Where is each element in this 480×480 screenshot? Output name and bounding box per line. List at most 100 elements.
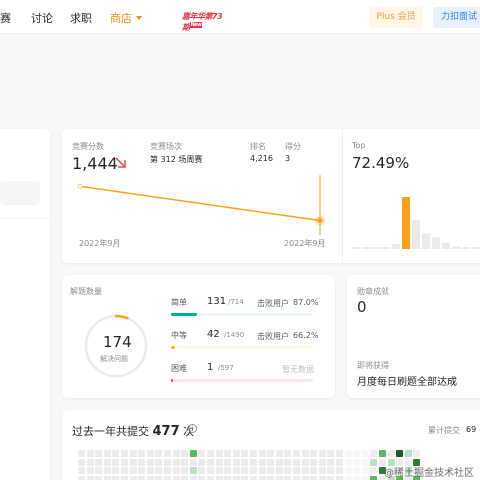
heatmap-cell[interactable] (353, 475, 361, 480)
heatmap-cell[interactable] (189, 467, 197, 475)
nav-item-jobs[interactable]: 求职 (70, 10, 92, 26)
heatmap-cell[interactable] (336, 450, 343, 457)
heatmap-cell[interactable] (189, 458, 197, 466)
heatmap-cell[interactable] (267, 475, 275, 480)
heatmap-cell[interactable] (318, 467, 326, 475)
heatmap-cell[interactable] (284, 475, 292, 480)
heatmap-cell[interactable] (155, 475, 163, 480)
heatmap-cell[interactable] (310, 475, 318, 480)
heatmap-cell[interactable] (78, 450, 85, 457)
heatmap-cell[interactable] (310, 458, 318, 466)
heatmap-cell[interactable] (112, 467, 120, 475)
heatmap-cell[interactable] (78, 458, 85, 466)
heatmap-cell[interactable] (207, 467, 214, 475)
heatmap-cell[interactable] (327, 450, 335, 457)
heatmap-cell[interactable] (293, 475, 300, 480)
heatmap-cell[interactable] (327, 475, 335, 480)
heatmap-cell[interactable] (103, 467, 111, 475)
heatmap-cell[interactable] (379, 450, 386, 457)
heatmap-cell[interactable] (413, 450, 421, 457)
heatmap-cell[interactable] (181, 475, 189, 480)
heatmap-cell[interactable] (78, 467, 85, 475)
heatmap-cell[interactable] (310, 467, 318, 475)
heatmap-cell[interactable] (310, 450, 318, 457)
heatmap-cell[interactable] (121, 458, 128, 466)
heatmap-cell[interactable] (215, 467, 223, 475)
heatmap-cell[interactable] (215, 450, 223, 457)
heatmap-cell[interactable] (146, 458, 154, 466)
heatmap-cell[interactable] (396, 450, 404, 457)
heatmap-cell[interactable] (370, 450, 378, 457)
heatmap-cell[interactable] (327, 467, 335, 475)
difficulty-row-easy[interactable]: 简单 131 /714 击败用户 87.0% (171, 296, 331, 316)
heatmap-cell[interactable] (301, 475, 309, 480)
heatmap-cell[interactable] (361, 467, 369, 475)
heatmap-cell[interactable] (353, 450, 361, 457)
heatmap-cell[interactable] (198, 450, 206, 457)
heatmap-cell[interactable] (318, 475, 326, 480)
heatmap-cell[interactable] (224, 475, 232, 480)
heatmap-cell[interactable] (344, 450, 352, 457)
heatmap-cell[interactable] (232, 467, 240, 475)
nav-item-discuss[interactable]: 讨论 (31, 10, 53, 26)
heatmap-cell[interactable] (112, 450, 120, 457)
heatmap-cell[interactable] (258, 450, 266, 457)
heatmap-cell[interactable] (241, 458, 249, 466)
heatmap-cell[interactable] (241, 467, 249, 475)
heatmap-cell[interactable] (164, 458, 171, 466)
heatmap-cell[interactable] (284, 450, 292, 457)
heatmap-cell[interactable] (241, 450, 249, 457)
difficulty-row-medium[interactable]: 中等 42 /1490 击败用户 66.2% (171, 329, 331, 349)
heatmap-cell[interactable] (95, 458, 103, 466)
heatmap-cell[interactable] (146, 475, 154, 480)
heatmap-cell[interactable] (164, 467, 171, 475)
heatmap-cell[interactable] (129, 450, 137, 457)
heatmap-cell[interactable] (155, 450, 163, 457)
heatmap-cell[interactable] (198, 467, 206, 475)
heatmap-cell[interactable] (318, 458, 326, 466)
heatmap-cell[interactable] (121, 475, 128, 480)
heatmap-cell[interactable] (370, 467, 378, 475)
heatmap-cell[interactable] (344, 475, 352, 480)
heatmap-cell[interactable] (258, 475, 266, 480)
heatmap-cell[interactable] (138, 467, 146, 475)
heatmap-cell[interactable] (215, 475, 223, 480)
heatmap-cell[interactable] (370, 475, 378, 480)
heatmap-cell[interactable] (86, 450, 94, 457)
heatmap-cell[interactable] (301, 467, 309, 475)
info-icon[interactable]: i (188, 424, 197, 433)
heatmap-cell[interactable] (129, 475, 137, 480)
upcoming-badge[interactable]: 月度每日刷题全部达成 (357, 373, 457, 388)
heatmap-cell[interactable] (275, 475, 283, 480)
heatmap-cell[interactable] (250, 450, 257, 457)
heatmap-cell[interactable] (215, 458, 223, 466)
heatmap-cell[interactable] (78, 475, 85, 480)
heatmap-cell[interactable] (86, 467, 94, 475)
heatmap-cell[interactable] (293, 467, 300, 475)
heatmap-cell[interactable] (95, 467, 103, 475)
heatmap-cell[interactable] (293, 450, 300, 457)
heatmap-cell[interactable] (164, 475, 171, 480)
heatmap-cell[interactable] (336, 475, 343, 480)
heatmap-cell[interactable] (293, 458, 300, 466)
heatmap-cell[interactable] (103, 458, 111, 466)
heatmap-cell[interactable] (361, 458, 369, 466)
heatmap-cell[interactable] (353, 458, 361, 466)
heatmap-cell[interactable] (224, 450, 232, 457)
difficulty-row-hard[interactable]: 困难 1 /597 暂无数据 (171, 362, 331, 382)
nav-item-shop[interactable]: 商店 (110, 10, 142, 26)
heatmap-cell[interactable] (172, 467, 180, 475)
heatmap-cell[interactable] (207, 450, 214, 457)
heatmap-cell[interactable] (189, 450, 197, 457)
heatmap-cell[interactable] (318, 450, 326, 457)
plus-member-button[interactable]: Plus 会员 (369, 7, 423, 28)
heatmap-cell[interactable] (361, 450, 369, 457)
heatmap-cell[interactable] (164, 450, 171, 457)
heatmap-cell[interactable] (370, 458, 378, 466)
heatmap-cell[interactable] (95, 450, 103, 457)
heatmap-cell[interactable] (181, 458, 189, 466)
heatmap-cell[interactable] (284, 458, 292, 466)
heatmap-cell[interactable] (267, 458, 275, 466)
heatmap-cell[interactable] (181, 467, 189, 475)
heatmap-cell[interactable] (275, 450, 283, 457)
